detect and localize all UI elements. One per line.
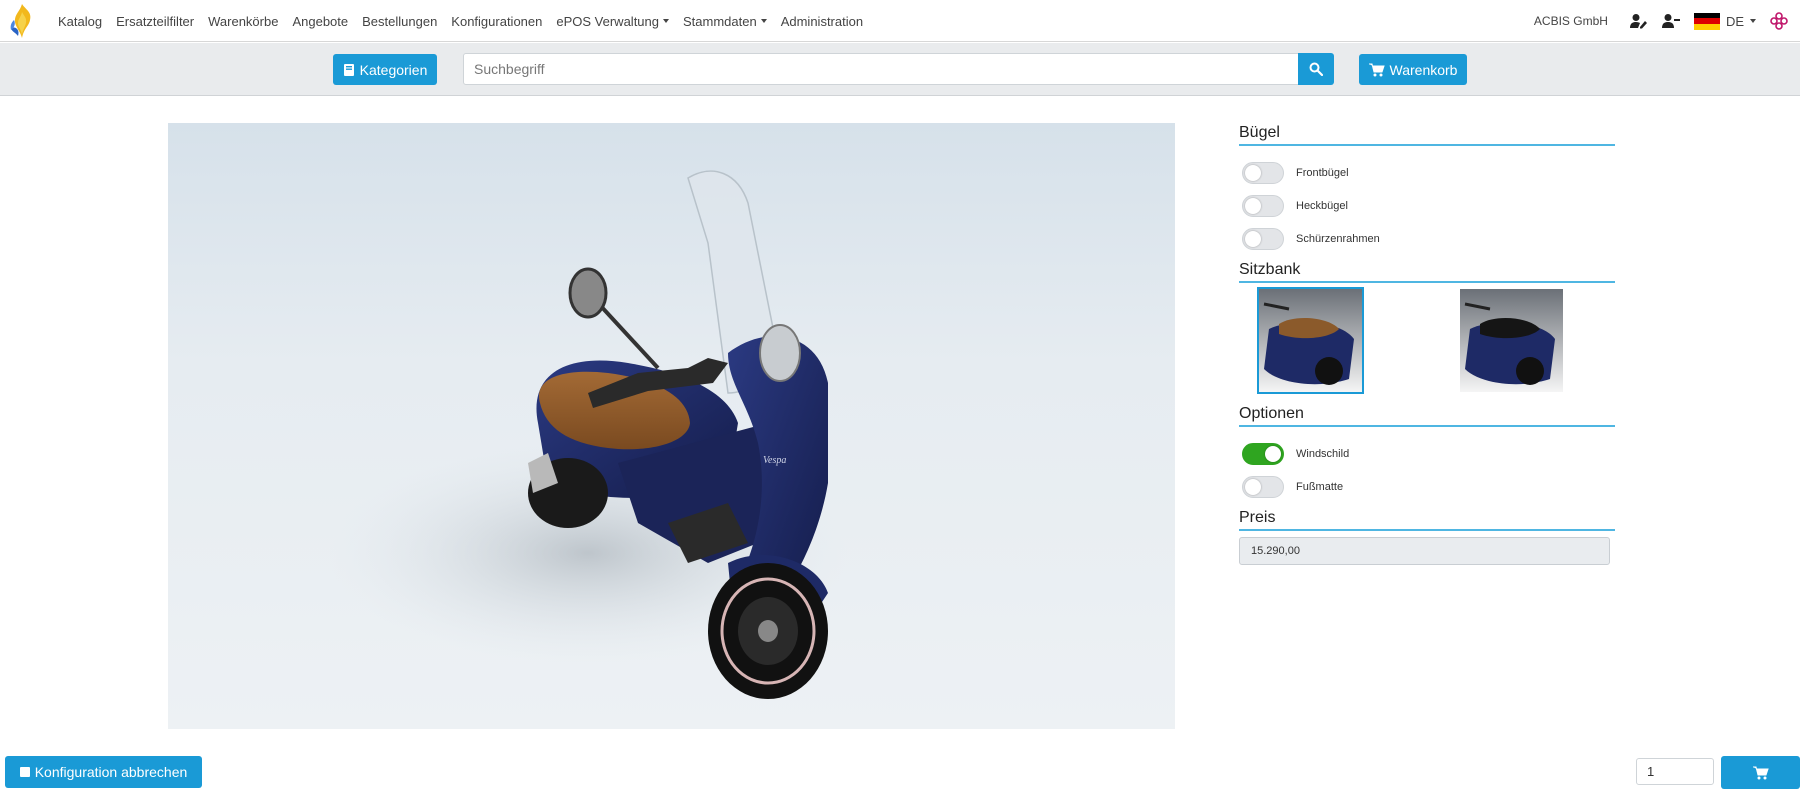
toggle-knob xyxy=(1245,164,1261,181)
cancel-configuration-label: Konfiguration abbrechen xyxy=(34,764,188,780)
nav-katalog[interactable]: Katalog xyxy=(58,14,102,29)
nav-stammdaten[interactable]: Stammdaten xyxy=(683,14,767,29)
cart-icon xyxy=(1368,63,1385,76)
user-minus-icon[interactable] xyxy=(1661,12,1680,30)
option-fussmatte: Fußmatte xyxy=(1239,470,1615,503)
nav-ersatzteilfilter[interactable]: Ersatzteilfilter xyxy=(116,14,194,29)
language-label: DE xyxy=(1725,13,1744,29)
nav-bestellungen[interactable]: Bestellungen xyxy=(362,14,437,29)
flag-de-icon xyxy=(1693,12,1720,30)
fussmatte-toggle[interactable] xyxy=(1242,475,1284,498)
search-button[interactable] xyxy=(1298,53,1334,85)
seat-variant-brown[interactable] xyxy=(1257,287,1364,394)
nav-stammdaten-label: Stammdaten xyxy=(683,13,757,29)
frontbuegel-label: Frontbügel xyxy=(1296,166,1349,179)
nav-ersatzteilfilter-label: Ersatzteilfilter xyxy=(116,13,195,29)
nav-katalog-label: Katalog xyxy=(58,13,103,29)
toggle-knob xyxy=(1265,445,1281,462)
windschild-toggle[interactable] xyxy=(1242,442,1284,465)
svg-text:Vespa: Vespa xyxy=(763,455,786,466)
heckbuegel-toggle[interactable] xyxy=(1242,194,1284,217)
search-icon xyxy=(1309,62,1323,76)
nav-warenkoerbe[interactable]: Warenkörbe xyxy=(208,14,278,29)
frontbuegel-toggle[interactable] xyxy=(1242,161,1284,184)
scooter-model-image: Vespa xyxy=(328,170,848,699)
company-name: ACBIS GmbH xyxy=(1533,14,1608,28)
search-input[interactable] xyxy=(463,53,1299,85)
option-heckbuegel: Heckbügel xyxy=(1239,189,1615,222)
section-preis-title: Preis xyxy=(1239,509,1615,531)
toggle-knob xyxy=(1245,478,1261,495)
schuerzenrahmen-toggle[interactable] xyxy=(1242,227,1284,250)
top-navbar: Katalog Ersatzteilfilter Warenkörbe Ange… xyxy=(0,0,1800,42)
option-schuerzenrahmen: Schürzenrahmen xyxy=(1239,222,1615,255)
caret-down-icon xyxy=(1750,19,1756,23)
caret-down-icon xyxy=(760,19,767,23)
nav-konfigurationen[interactable]: Konfigurationen xyxy=(451,14,542,29)
add-to-cart-button[interactable] xyxy=(1721,756,1800,789)
toggle-knob xyxy=(1245,230,1261,247)
seat-brown-thumbnail xyxy=(1263,302,1354,385)
nav-warenkoerbe-label: Warenkörbe xyxy=(208,13,279,29)
cart-button[interactable]: Warenkorb xyxy=(1359,54,1467,85)
language-selector[interactable]: DE xyxy=(1693,12,1756,30)
nav-angebote[interactable]: Angebote xyxy=(292,14,348,29)
heckbuegel-label: Heckbügel xyxy=(1296,199,1348,212)
option-windschild: Windschild xyxy=(1239,437,1615,470)
categories-button[interactable]: Kategorien xyxy=(333,54,437,85)
section-sitzbank-title: Sitzbank xyxy=(1239,261,1615,283)
cancel-configuration-button[interactable]: Konfiguration abbrechen xyxy=(5,756,202,788)
caret-down-icon xyxy=(663,19,669,23)
nav-konfigurationen-label: Konfigurationen xyxy=(451,13,543,29)
logo-flame-icon[interactable] xyxy=(6,2,38,40)
schuerzenrahmen-label: Schürzenrahmen xyxy=(1296,232,1380,245)
categories-button-label: Kategorien xyxy=(359,61,428,78)
seat-variant-row xyxy=(1239,287,1615,395)
section-optionen-title: Optionen xyxy=(1239,405,1615,427)
toggle-knob xyxy=(1245,197,1261,214)
book-icon xyxy=(343,63,354,76)
section-buegel-title: Bügel xyxy=(1239,124,1615,146)
nav-administration-label: Administration xyxy=(780,13,864,29)
product-3d-viewer[interactable]: Vespa xyxy=(168,123,1175,729)
price-value: 15.290,00 xyxy=(1251,545,1300,557)
cart-icon xyxy=(1752,766,1769,779)
option-frontbuegel: Frontbügel xyxy=(1239,156,1615,189)
brand-flower-icon[interactable] xyxy=(1770,12,1788,30)
nav-administration[interactable]: Administration xyxy=(781,14,863,29)
user-edit-icon[interactable] xyxy=(1629,12,1648,30)
seat-black-thumbnail xyxy=(1464,302,1555,385)
nav-angebote-label: Angebote xyxy=(292,13,349,29)
nav-epos-verwaltung-label: ePOS Verwaltung xyxy=(556,13,659,29)
nav-epos-verwaltung[interactable]: ePOS Verwaltung xyxy=(556,14,669,29)
search-toolbar: Kategorien Warenkorb xyxy=(0,43,1800,96)
price-field: 15.290,00 xyxy=(1239,537,1610,565)
configuration-panel: Bügel Frontbügel Heckbügel Schürzenrahme… xyxy=(1239,124,1615,565)
windschild-label: Windschild xyxy=(1296,447,1350,460)
stop-icon xyxy=(19,767,30,777)
fussmatte-label: Fußmatte xyxy=(1296,480,1344,493)
seat-variant-black[interactable] xyxy=(1460,289,1563,392)
quantity-input[interactable] xyxy=(1636,758,1714,785)
nav-bestellungen-label: Bestellungen xyxy=(362,13,438,29)
cart-button-label: Warenkorb xyxy=(1389,61,1458,78)
